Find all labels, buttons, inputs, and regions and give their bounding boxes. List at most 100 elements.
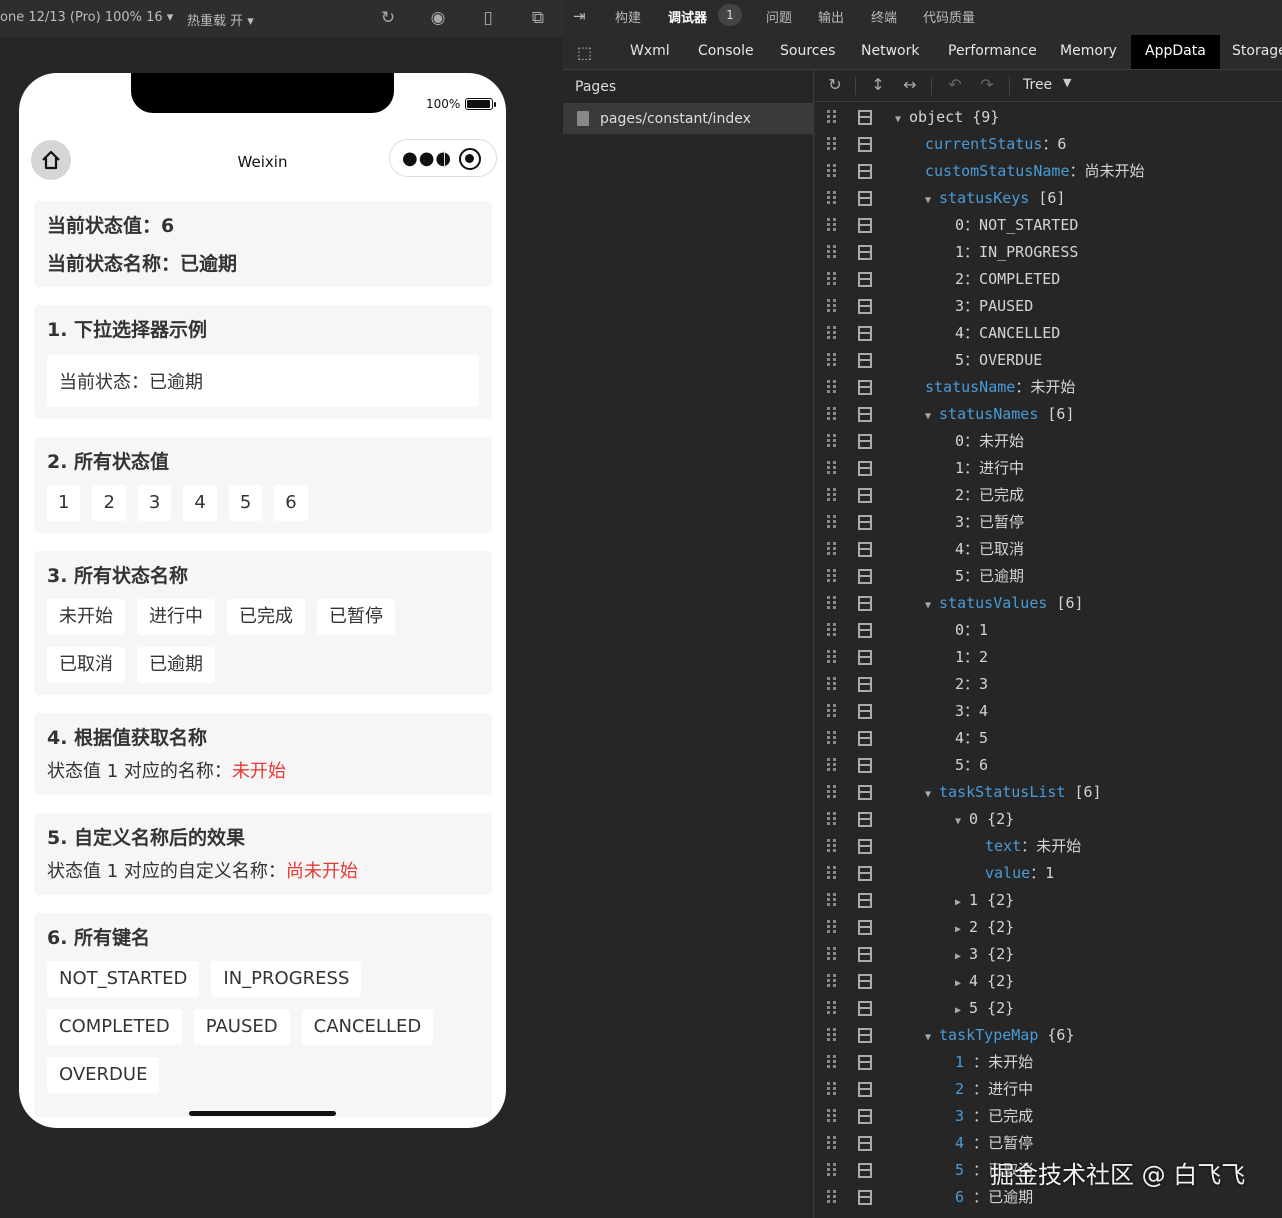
drag-handle-icon[interactable]	[827, 947, 837, 963]
hot-reload-toggle[interactable]: 热重载 开 ▾	[187, 10, 254, 29]
tree-row[interactable]: 0：NOT_STARTED	[815, 212, 1282, 239]
top-tab-output[interactable]: 输出	[818, 7, 844, 26]
tree-row[interactable]: ▼ statusNames [6]	[815, 401, 1282, 428]
edit-toggle-icon[interactable]	[858, 947, 872, 962]
status-picker[interactable]: 当前状态：已逾期	[47, 355, 479, 407]
collapse-all-icon[interactable]: ↔	[900, 75, 920, 94]
edit-toggle-icon[interactable]	[858, 326, 872, 341]
edit-toggle-icon[interactable]	[858, 704, 872, 719]
drag-handle-icon[interactable]	[827, 515, 837, 531]
drag-handle-icon[interactable]	[827, 353, 837, 369]
edit-toggle-icon[interactable]	[858, 569, 872, 584]
tab-performance[interactable]: Performance	[948, 43, 1037, 59]
tree-row[interactable]: ▶ 1 {2}	[815, 887, 1282, 914]
redo-icon[interactable]: ↷	[977, 75, 997, 94]
refresh-icon[interactable]: ↻	[825, 75, 845, 94]
dock-icon[interactable]: ⇥	[573, 7, 586, 25]
drag-handle-icon[interactable]	[827, 1163, 837, 1179]
tree-row[interactable]: ▶ 3 {2}	[815, 941, 1282, 968]
tree-row[interactable]: 1：进行中	[815, 455, 1282, 482]
drag-handle-icon[interactable]	[827, 1109, 837, 1125]
tree-row[interactable]: 4：已取消	[815, 536, 1282, 563]
tree-row[interactable]: 5：已逾期	[815, 563, 1282, 590]
drag-handle-icon[interactable]	[827, 137, 837, 153]
stop-icon[interactable]: ◉	[428, 8, 448, 28]
refresh-icon[interactable]: ↻	[378, 8, 398, 28]
tree-row[interactable]: text：未开始	[815, 833, 1282, 860]
drag-handle-icon[interactable]	[827, 812, 837, 828]
tree-row[interactable]: customStatusName：尚未开始	[815, 158, 1282, 185]
tree-row[interactable]: 1 ：未开始	[815, 1049, 1282, 1076]
tree-row[interactable]: ▼ taskTypeMap {6}	[815, 1022, 1282, 1049]
edit-toggle-icon[interactable]	[858, 110, 872, 125]
tree-row[interactable]: 3：PAUSED	[815, 293, 1282, 320]
tree-row[interactable]: ▼ statusKeys [6]	[815, 185, 1282, 212]
edit-toggle-icon[interactable]	[858, 299, 872, 314]
drag-handle-icon[interactable]	[827, 542, 837, 558]
tree-row[interactable]: 2：COMPLETED	[815, 266, 1282, 293]
tree-row[interactable]: 5：OVERDUE	[815, 347, 1282, 374]
edit-toggle-icon[interactable]	[858, 1028, 872, 1043]
caret-down-icon[interactable]: ▼	[925, 411, 931, 422]
tab-appdata[interactable]: AppData	[1131, 35, 1220, 69]
chevron-down-icon[interactable]: ▼	[1063, 76, 1071, 89]
tree-row[interactable]: 3 ：已完成	[815, 1103, 1282, 1130]
tree-row[interactable]: 0：未开始	[815, 428, 1282, 455]
edit-toggle-icon[interactable]	[858, 974, 872, 989]
drag-handle-icon[interactable]	[827, 191, 837, 207]
caret-right-icon[interactable]: ▶	[955, 978, 961, 989]
drag-handle-icon[interactable]	[827, 245, 837, 261]
edit-toggle-icon[interactable]	[858, 1109, 872, 1124]
top-tab-terminal[interactable]: 终端	[871, 7, 897, 26]
drag-handle-icon[interactable]	[827, 758, 837, 774]
view-mode-select[interactable]: Tree	[1023, 77, 1052, 93]
edit-toggle-icon[interactable]	[858, 380, 872, 395]
tree-row[interactable]: 4：CANCELLED	[815, 320, 1282, 347]
drag-handle-icon[interactable]	[827, 1190, 837, 1206]
edit-toggle-icon[interactable]	[858, 245, 872, 260]
drag-handle-icon[interactable]	[827, 731, 837, 747]
caret-down-icon[interactable]: ▼	[955, 816, 961, 827]
drag-handle-icon[interactable]	[827, 866, 837, 882]
edit-toggle-icon[interactable]	[858, 407, 872, 422]
drag-handle-icon[interactable]	[827, 461, 837, 477]
tree-row[interactable]: value：1	[815, 860, 1282, 887]
caret-down-icon[interactable]: ▼	[925, 600, 931, 611]
tab-console[interactable]: Console	[698, 43, 754, 59]
tree-row[interactable]: 3：已暂停	[815, 509, 1282, 536]
drag-handle-icon[interactable]	[827, 110, 837, 126]
edit-toggle-icon[interactable]	[858, 866, 872, 881]
edit-toggle-icon[interactable]	[858, 542, 872, 557]
caret-right-icon[interactable]: ▶	[955, 1005, 961, 1016]
drag-handle-icon[interactable]	[827, 488, 837, 504]
drag-handle-icon[interactable]	[827, 704, 837, 720]
page-list-item[interactable]: pages/constant/index	[563, 104, 814, 134]
edit-toggle-icon[interactable]	[858, 677, 872, 692]
edit-toggle-icon[interactable]	[858, 272, 872, 287]
drag-handle-icon[interactable]	[827, 1001, 837, 1017]
drag-handle-icon[interactable]	[827, 623, 837, 639]
drag-handle-icon[interactable]	[827, 407, 837, 423]
edit-toggle-icon[interactable]	[858, 191, 872, 206]
expand-all-icon[interactable]: ↕	[868, 75, 888, 94]
drag-handle-icon[interactable]	[827, 974, 837, 990]
caret-down-icon[interactable]: ▼	[925, 195, 931, 206]
tree-row[interactable]: 5：6	[815, 752, 1282, 779]
drag-handle-icon[interactable]	[827, 380, 837, 396]
caret-down-icon[interactable]: ▼	[925, 789, 931, 800]
top-tab-issues[interactable]: 问题	[766, 7, 792, 26]
edit-toggle-icon[interactable]	[858, 839, 872, 854]
tree-row[interactable]: ▼ taskStatusList [6]	[815, 779, 1282, 806]
top-tab-code-quality[interactable]: 代码质量	[923, 7, 975, 26]
tab-wxml[interactable]: Wxml	[630, 43, 670, 59]
edit-toggle-icon[interactable]	[858, 218, 872, 233]
edit-toggle-icon[interactable]	[858, 1190, 872, 1205]
drag-handle-icon[interactable]	[827, 839, 837, 855]
drag-handle-icon[interactable]	[827, 164, 837, 180]
top-tab-debugger[interactable]: 调试器	[668, 7, 707, 26]
drag-handle-icon[interactable]	[827, 1028, 837, 1044]
inspect-icon[interactable]: ⬚	[577, 43, 592, 62]
drag-handle-icon[interactable]	[827, 920, 837, 936]
tree-row[interactable]: ▼ object {9}	[815, 104, 1282, 131]
drag-handle-icon[interactable]	[827, 650, 837, 666]
